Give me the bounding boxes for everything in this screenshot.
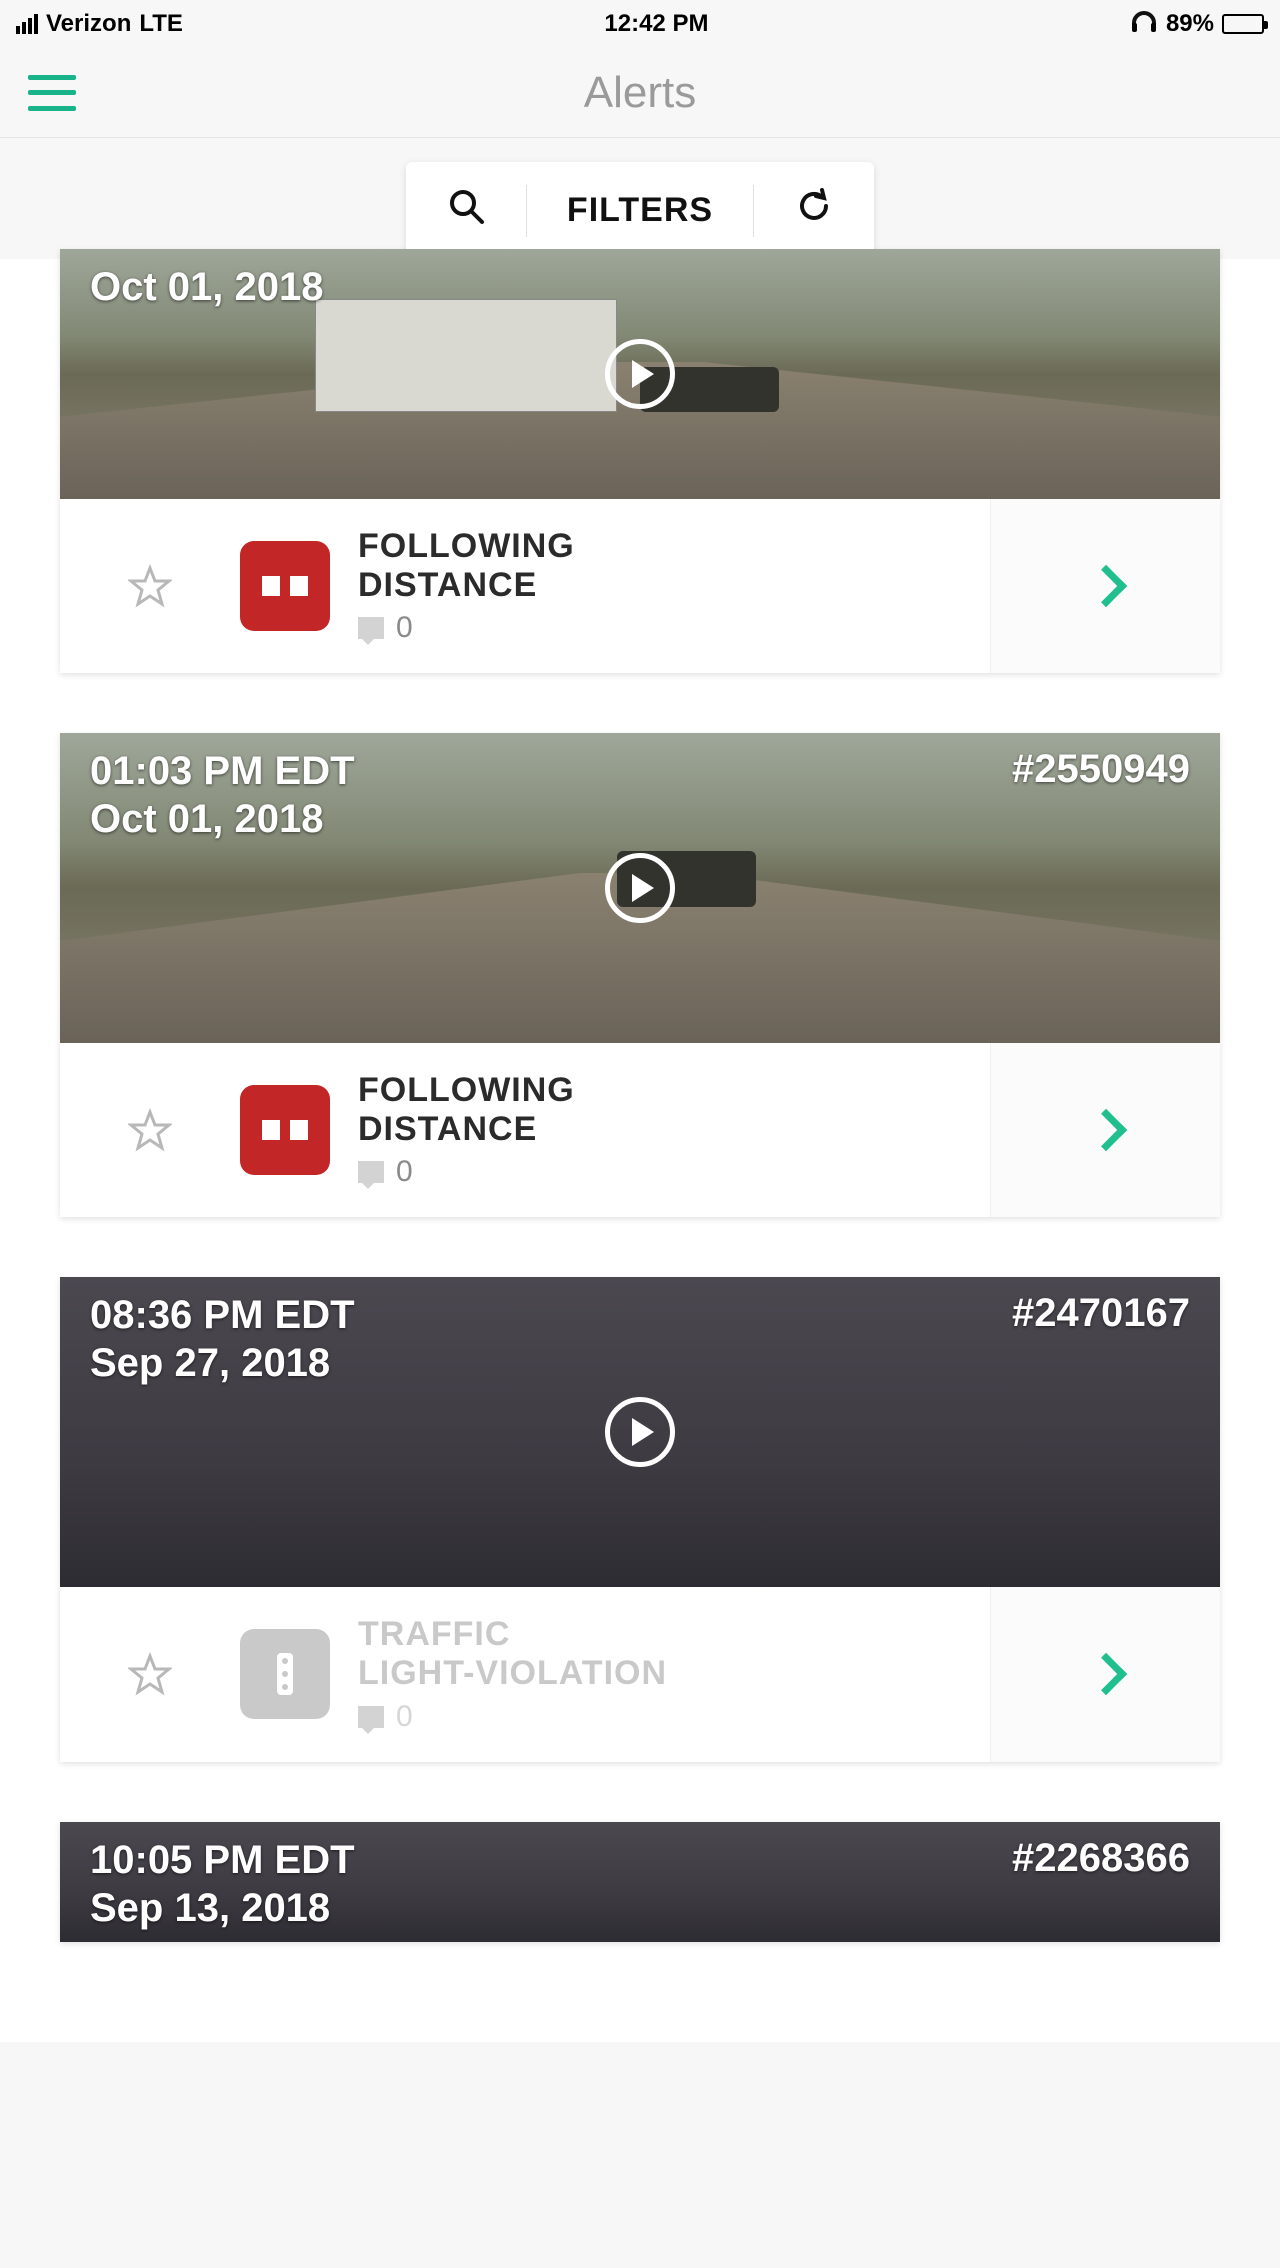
refresh-icon (794, 186, 834, 235)
comment-icon (358, 617, 384, 639)
signal-icon (16, 14, 38, 34)
alert-time: 10:05 PM EDT (90, 1836, 355, 1884)
page-title: Alerts (584, 68, 696, 118)
alert-id: #2470167 (1012, 1291, 1190, 1336)
alert-type-label: FOLLOWINGDISTANCE (358, 527, 575, 605)
alert-thumbnail[interactable]: 10:05 PM EDTSep 13, 2018 #2268366 (60, 1822, 1220, 1942)
alert-card: 08:36 PM EDTSep 27, 2018 #2470167 TRAFFICL… (60, 1277, 1220, 1761)
network-label: LTE (139, 10, 183, 38)
alert-card: Oct 01, 2018 FOLLOWINGDISTANCE 0 (60, 249, 1220, 673)
chevron-right-icon (1084, 1653, 1126, 1695)
alert-time: 01:03 PM EDT (90, 747, 355, 795)
alert-row: TRAFFICLIGHT-VIOLATION 0 (60, 1587, 1220, 1761)
filters-button[interactable]: FILTERS (527, 167, 753, 254)
alert-time: 08:36 PM EDT (90, 1291, 355, 1339)
menu-button[interactable] (28, 75, 76, 111)
comment-count: 0 (396, 611, 413, 645)
alert-row: FOLLOWINGDISTANCE 0 (60, 499, 1220, 673)
alert-row: FOLLOWINGDISTANCE 0 (60, 1043, 1220, 1217)
toolbar: FILTERS (406, 162, 874, 259)
status-bar: Verizon LTE 12:42 PM 89% (0, 0, 1280, 48)
app-header: Alerts (0, 48, 1280, 138)
play-icon[interactable] (605, 853, 675, 923)
comment-icon (358, 1161, 384, 1183)
play-icon[interactable] (605, 1397, 675, 1467)
alert-date: Oct 01, 2018 (90, 263, 324, 311)
open-alert-button[interactable] (990, 1043, 1220, 1217)
chevron-right-icon (1084, 1109, 1126, 1151)
alert-type-label: FOLLOWINGDISTANCE (358, 1071, 575, 1149)
clock: 12:42 PM (604, 10, 708, 38)
traffic-light-icon (240, 1629, 330, 1719)
open-alert-button[interactable] (990, 1587, 1220, 1761)
favorite-button[interactable] (128, 564, 172, 608)
play-icon[interactable] (605, 339, 675, 409)
alert-card: 10:05 PM EDTSep 13, 2018 #2268366 (60, 1822, 1220, 1942)
refresh-button[interactable] (754, 162, 874, 259)
headphones-icon (1130, 9, 1158, 40)
alert-thumbnail[interactable]: 01:03 PM EDTOct 01, 2018 #2550949 (60, 733, 1220, 1043)
comment-count: 0 (396, 1700, 413, 1734)
chevron-right-icon (1084, 565, 1126, 607)
search-button[interactable] (406, 162, 526, 259)
battery-percent: 89% (1166, 10, 1214, 38)
open-alert-button[interactable] (990, 499, 1220, 673)
alert-date: Oct 01, 2018 (90, 795, 355, 843)
favorite-button[interactable] (128, 1108, 172, 1152)
following-distance-icon (240, 541, 330, 631)
comment-count: 0 (396, 1155, 413, 1189)
alert-date: Sep 13, 2018 (90, 1884, 355, 1932)
search-icon (446, 186, 486, 235)
following-distance-icon (240, 1085, 330, 1175)
alert-type-label: TRAFFICLIGHT-VIOLATION (358, 1615, 667, 1693)
alert-id: #2550949 (1012, 747, 1190, 792)
carrier-label: Verizon (46, 10, 131, 38)
alert-card: 01:03 PM EDTOct 01, 2018 #2550949 FOLLOWIN… (60, 733, 1220, 1217)
battery-icon (1222, 14, 1264, 34)
alert-thumbnail[interactable]: Oct 01, 2018 (60, 249, 1220, 499)
alert-thumbnail[interactable]: 08:36 PM EDTSep 27, 2018 #2470167 (60, 1277, 1220, 1587)
alert-id: #2268366 (1012, 1836, 1190, 1881)
comment-icon (358, 1706, 384, 1728)
favorite-button[interactable] (128, 1652, 172, 1696)
alert-date: Sep 27, 2018 (90, 1339, 355, 1387)
